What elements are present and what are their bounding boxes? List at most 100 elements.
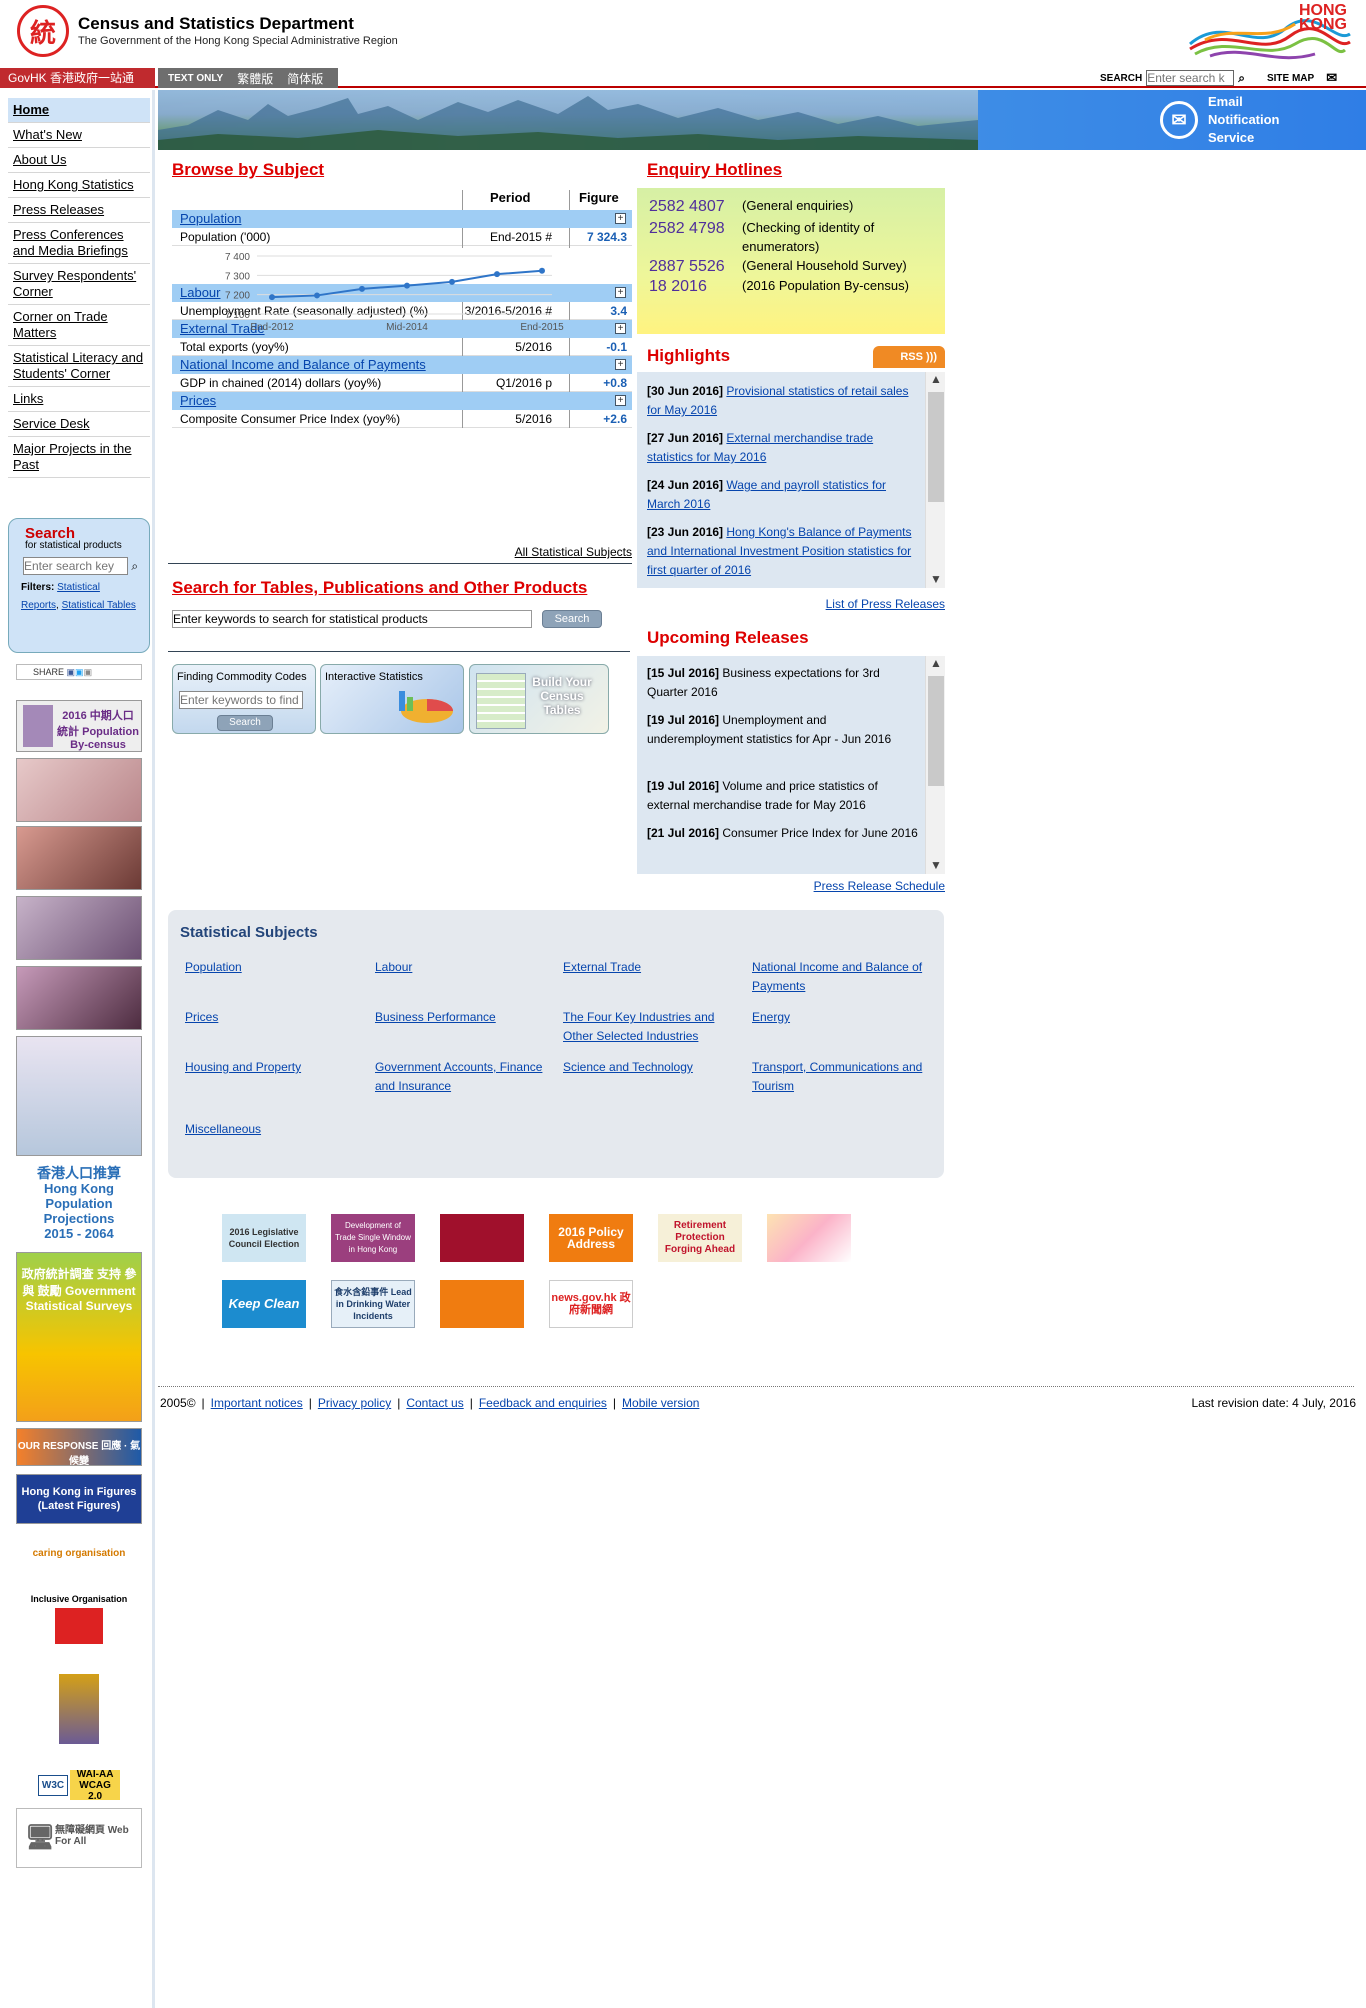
footer-link[interactable]: Contact us [406, 1396, 463, 1410]
left-search-input[interactable] [23, 557, 128, 575]
data-point[interactable] [269, 294, 275, 301]
figure-value[interactable]: +0.8 [562, 376, 627, 390]
scroll-down-icon[interactable]: ▼ [926, 858, 945, 874]
press-release-schedule-link[interactable]: Press Release Schedule [780, 879, 945, 893]
traditional-chinese-link[interactable]: 繁體版 [237, 70, 273, 87]
figure-value[interactable]: 7 324.3 [562, 230, 627, 244]
nav-item-home[interactable]: Home [8, 98, 150, 123]
stat-subject-link[interactable]: Business Performance [375, 1008, 555, 1027]
wcag-badge[interactable]: W3C WAI-AA WCAG 2.0 [16, 1770, 142, 1800]
expand-icon[interactable]: + [615, 213, 626, 224]
our-response-banner[interactable]: OUR RESPONSE 回應 · 氣候變 [16, 1428, 142, 1466]
search-icon[interactable]: ⌕ [1238, 71, 1245, 86]
nav-item-press-releases[interactable]: Press Releases [8, 198, 150, 223]
department-logo-icon[interactable]: 統 [17, 5, 69, 57]
nav-item-major-projects-in-the-past[interactable]: Major Projects in the Past [8, 437, 150, 478]
stat-subject-link[interactable]: Science and Technology [563, 1058, 743, 1077]
nav-item-what-s-new[interactable]: What's New [8, 123, 150, 148]
paperless-banner[interactable] [16, 1036, 142, 1156]
commodity-codes-input[interactable] [179, 691, 303, 709]
news-gov-logo[interactable]: news.gov.hk 政府新聞網 [549, 1280, 633, 1328]
nav-item-press-conferences-and-media-briefings[interactable]: Press Conferences and Media Briefings [8, 223, 150, 264]
data-point[interactable] [404, 282, 410, 289]
caring-organisation-logo[interactable]: caring organisation [16, 1530, 142, 1580]
nav-item-hong-kong-statistics[interactable]: Hong Kong Statistics [8, 173, 150, 198]
nav-item-about-us[interactable]: About Us [8, 148, 150, 173]
stat-subject-link[interactable]: Energy [752, 1008, 932, 1027]
subject-link[interactable]: Prices [180, 393, 216, 408]
top-search-input[interactable] [1146, 70, 1235, 86]
filter-statistical-tables[interactable]: Statistical Tables [62, 600, 136, 611]
retirement-protection-logo[interactable]: Retirement Protection Forging Ahead [658, 1214, 742, 1262]
colorful-logo[interactable] [767, 1214, 851, 1262]
population-projections-banner[interactable]: 香港人口推算 Hong Kong Population Projections … [16, 1162, 142, 1246]
expand-icon[interactable]: + [615, 359, 626, 370]
data-point[interactable] [449, 278, 455, 285]
hk-in-figures-banner[interactable]: Hong Kong in Figures (Latest Figures) [16, 1474, 142, 1524]
data-point[interactable] [314, 292, 320, 299]
text-only-link[interactable]: TEXT ONLY [168, 73, 223, 84]
inclusive-organisation-logo[interactable]: Inclusive Organisation [16, 1590, 142, 1650]
search-icon[interactable]: ⌕ [128, 559, 138, 573]
data-point[interactable] [359, 285, 365, 292]
video-banner-1[interactable] [16, 758, 142, 822]
footer-link[interactable]: Feedback and enquiries [479, 1396, 607, 1410]
policy-address-logo[interactable]: 2016 Policy Address [549, 1214, 633, 1262]
footer-link[interactable]: Important notices [211, 1396, 303, 1410]
trade-single-window-logo[interactable]: Development of Trade Single Window in Ho… [331, 1214, 415, 1262]
footer-link[interactable]: Mobile version [622, 1396, 699, 1410]
enquiry-hotlines-title[interactable]: Enquiry Hotlines [647, 160, 782, 179]
data-point[interactable] [494, 271, 500, 278]
expand-icon[interactable]: + [615, 395, 626, 406]
browse-by-subject-title[interactable]: Browse by Subject [172, 160, 324, 179]
scroll-down-icon[interactable]: ▼ [926, 572, 945, 588]
search-products-title[interactable]: Search for Tables, Publications and Othe… [172, 578, 632, 598]
stat-subject-link[interactable]: Population [185, 958, 365, 977]
video-banner-4[interactable] [16, 966, 142, 1030]
nav-item-survey-respondents-corner[interactable]: Survey Respondents' Corner [8, 264, 150, 305]
statistical-surveys-banner[interactable]: 政府統計調查 支持 參與 鼓勵 Government Statistical S… [16, 1252, 142, 1422]
nav-item-service-desk[interactable]: Service Desk [8, 412, 150, 437]
stat-subject-link[interactable]: The Four Key Industries and Other Select… [563, 1008, 743, 1046]
email-notification-link[interactable]: ✉ Email Notification Service [1160, 92, 1360, 148]
legco-election-logo[interactable]: 2016 Legislative Council Election [222, 1214, 306, 1262]
footer-link[interactable]: Privacy policy [318, 1396, 391, 1410]
manpower-developer-logo[interactable] [16, 1670, 142, 1750]
scroll-up-icon[interactable]: ▲ [926, 372, 945, 388]
commodity-codes-search-button[interactable]: Search [217, 715, 273, 731]
stat-subject-link[interactable]: Government Accounts, Finance and Insuran… [375, 1058, 555, 1096]
stat-subject-link[interactable]: Prices [185, 1008, 365, 1027]
subject-link[interactable]: Population [180, 211, 241, 226]
govhk-link[interactable]: GovHK 香港政府一站通 [0, 68, 155, 88]
rss-button[interactable]: RSS ))) [873, 346, 945, 368]
search-products-button[interactable]: Search [542, 610, 602, 628]
mail-icon[interactable]: ✉ [1326, 70, 1337, 86]
nav-item-links[interactable]: Links [8, 387, 150, 412]
maroon-logo[interactable] [440, 1214, 524, 1262]
nav-item-corner-on-trade-matters[interactable]: Corner on Trade Matters [8, 305, 150, 346]
interactive-statistics-tile[interactable]: Interactive Statistics [320, 664, 464, 734]
stat-subject-link[interactable]: Labour [375, 958, 555, 977]
all-statistical-subjects-link[interactable]: All Statistical Subjects [515, 545, 632, 559]
census-banner[interactable]: 2016 中期人口統計 Population By-census [16, 700, 142, 752]
nav-item-statistical-literacy-and-students-corner[interactable]: Statistical Literacy and Students' Corne… [8, 346, 150, 387]
stat-subject-link[interactable]: Transport, Communications and Tourism [752, 1058, 932, 1096]
simplified-chinese-link[interactable]: 简体版 [287, 70, 323, 87]
list-of-press-releases-link[interactable]: List of Press Releases [810, 597, 945, 611]
upcoming-scrollbar[interactable]: ▲ ▼ [925, 656, 945, 874]
keep-clean-logo[interactable]: Keep Clean [222, 1280, 306, 1328]
figure-value[interactable]: +2.6 [562, 412, 627, 426]
share-button[interactable]: SHARE ▣▣▣ [16, 664, 142, 680]
web-for-all-badge[interactable]: 🖥 無障礙網頁 Web For All [16, 1808, 142, 1868]
data-point[interactable] [539, 267, 545, 274]
build-census-tables-tile[interactable]: Build Your Census Tables [469, 664, 609, 734]
stat-subject-link[interactable]: Miscellaneous [185, 1120, 365, 1139]
stat-subject-link[interactable]: External Trade [563, 958, 743, 977]
orange-logo[interactable] [440, 1280, 524, 1328]
highlights-scrollbar[interactable]: ▲ ▼ [925, 372, 945, 588]
stat-subject-link[interactable]: National Income and Balance of Payments [752, 958, 932, 996]
subject-link[interactable]: National Income and Balance of Payments [180, 357, 426, 372]
video-banner-2[interactable] [16, 826, 142, 890]
lead-in-water-logo[interactable]: 食水含鉛事件 Lead in Drinking Water Incidents [331, 1280, 415, 1328]
video-banner-3[interactable] [16, 896, 142, 960]
